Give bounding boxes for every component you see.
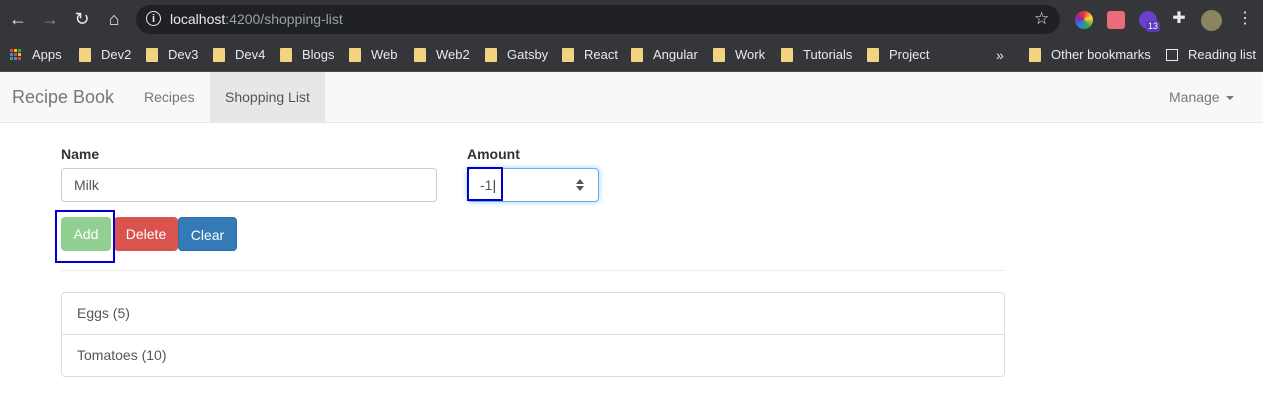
bookmark-folder[interactable]: Gatsby (485, 47, 548, 62)
app-navbar: Recipe Book Recipes Shopping List Manage (0, 72, 1263, 123)
bookmark-folder[interactable]: Web (349, 47, 398, 62)
bookmark-folder[interactable]: Dev4 (213, 47, 265, 62)
folder-icon (414, 47, 426, 62)
caret-down-icon (1225, 96, 1234, 101)
bookmark-label: Dev3 (168, 47, 199, 62)
bookmark-folder[interactable]: Project (867, 47, 929, 62)
folder-icon (349, 47, 361, 62)
bookmarks-bar: Apps Dev2 Dev3 Dev4 Blogs Web Web2 Gatsb… (0, 39, 1263, 72)
bookmarks-overflow-chevron[interactable]: » (996, 47, 1004, 63)
home-icon[interactable]: ⌂ (103, 8, 125, 30)
folder-icon (713, 47, 725, 62)
bookmark-star-icon[interactable]: ☆ (1034, 9, 1049, 29)
bookmark-label: Project (889, 47, 930, 62)
manage-dropdown[interactable]: Manage (1169, 72, 1234, 122)
bookmark-label: Blogs (302, 47, 335, 62)
amount-label: Amount (467, 146, 520, 162)
bookmark-folder[interactable]: Dev3 (146, 47, 198, 62)
folder-icon (280, 47, 292, 62)
bookmark-label: Angular (653, 47, 698, 62)
browser-toolbar: ← → ↻ ⌂ i localhost:4200/shopping-list ☆… (0, 0, 1263, 39)
extension-icon[interactable] (1107, 11, 1125, 29)
bookmark-folder[interactable]: Tutorials (781, 47, 852, 62)
list-item[interactable]: Eggs (5) (62, 293, 1004, 334)
bookmark-label: Apps (32, 47, 62, 62)
bookmark-label: Tutorials (803, 47, 853, 62)
color-extension-icon[interactable] (1075, 11, 1093, 29)
bookmark-folder[interactable]: Web2 (414, 47, 470, 62)
nav-recipes[interactable]: Recipes (129, 72, 210, 122)
name-label: Name (61, 146, 100, 162)
bookmark-label: Gatsby (507, 47, 549, 62)
manage-label: Manage (1169, 89, 1220, 105)
list-item[interactable]: Tomatoes (10) (62, 334, 1004, 376)
bookmark-apps[interactable]: Apps (10, 47, 62, 62)
url-text[interactable]: localhost:4200/shopping-list (170, 11, 343, 27)
reload-icon[interactable]: ↻ (71, 8, 93, 30)
name-input[interactable]: Milk (61, 168, 437, 202)
bookmark-folder[interactable]: React (562, 47, 618, 62)
shopping-list: Eggs (5) Tomatoes (10) (61, 292, 1005, 377)
folder-icon (213, 47, 225, 62)
address-bar[interactable]: i localhost:4200/shopping-list ☆ (136, 5, 1060, 34)
folder-icon (1029, 47, 1041, 62)
delete-button[interactable]: Delete (114, 217, 178, 251)
bookmark-label: Work (735, 47, 766, 62)
forward-icon[interactable]: → (39, 8, 61, 30)
reading-list-icon (1166, 48, 1178, 61)
folder-icon (562, 47, 574, 62)
clear-button[interactable]: Clear (178, 217, 237, 251)
brand-link[interactable]: Recipe Book (12, 87, 114, 108)
highlight-box (55, 210, 115, 263)
bookmark-label: React (584, 47, 618, 62)
bookmark-other[interactable]: Other bookmarks (1029, 47, 1151, 62)
info-icon[interactable]: i (146, 11, 161, 26)
divider (61, 270, 1005, 271)
bookmark-folder[interactable]: Angular (631, 47, 698, 62)
back-icon[interactable]: ← (7, 8, 29, 30)
number-spinner[interactable] (576, 179, 584, 191)
bookmark-folder[interactable]: Dev2 (79, 47, 131, 62)
folder-icon (781, 47, 793, 62)
menu-icon[interactable]: ⋮ (1234, 8, 1256, 30)
bookmark-folder[interactable]: Blogs (280, 47, 335, 62)
bookmark-label: Web2 (436, 47, 470, 62)
avatar[interactable] (1201, 10, 1222, 31)
folder-icon (631, 47, 643, 62)
folder-icon (146, 47, 158, 62)
highlight-box (467, 167, 503, 201)
bookmark-label: Other bookmarks (1051, 47, 1151, 62)
puzzle-icon[interactable]: ✚ (1168, 8, 1190, 30)
nav-shopping-list[interactable]: Shopping List (210, 72, 325, 122)
apps-icon (10, 48, 22, 61)
extension-badge: 13 (1146, 21, 1161, 32)
reading-list[interactable]: Reading list (1166, 47, 1256, 62)
folder-icon (867, 47, 879, 62)
folder-icon (485, 47, 497, 62)
bookmark-label: Web (371, 47, 398, 62)
bookmark-label: Dev4 (235, 47, 266, 62)
bookmark-label: Reading list (1188, 47, 1256, 62)
bookmark-label: Dev2 (101, 47, 132, 62)
bookmark-folder[interactable]: Work (713, 47, 765, 62)
folder-icon (79, 47, 91, 62)
